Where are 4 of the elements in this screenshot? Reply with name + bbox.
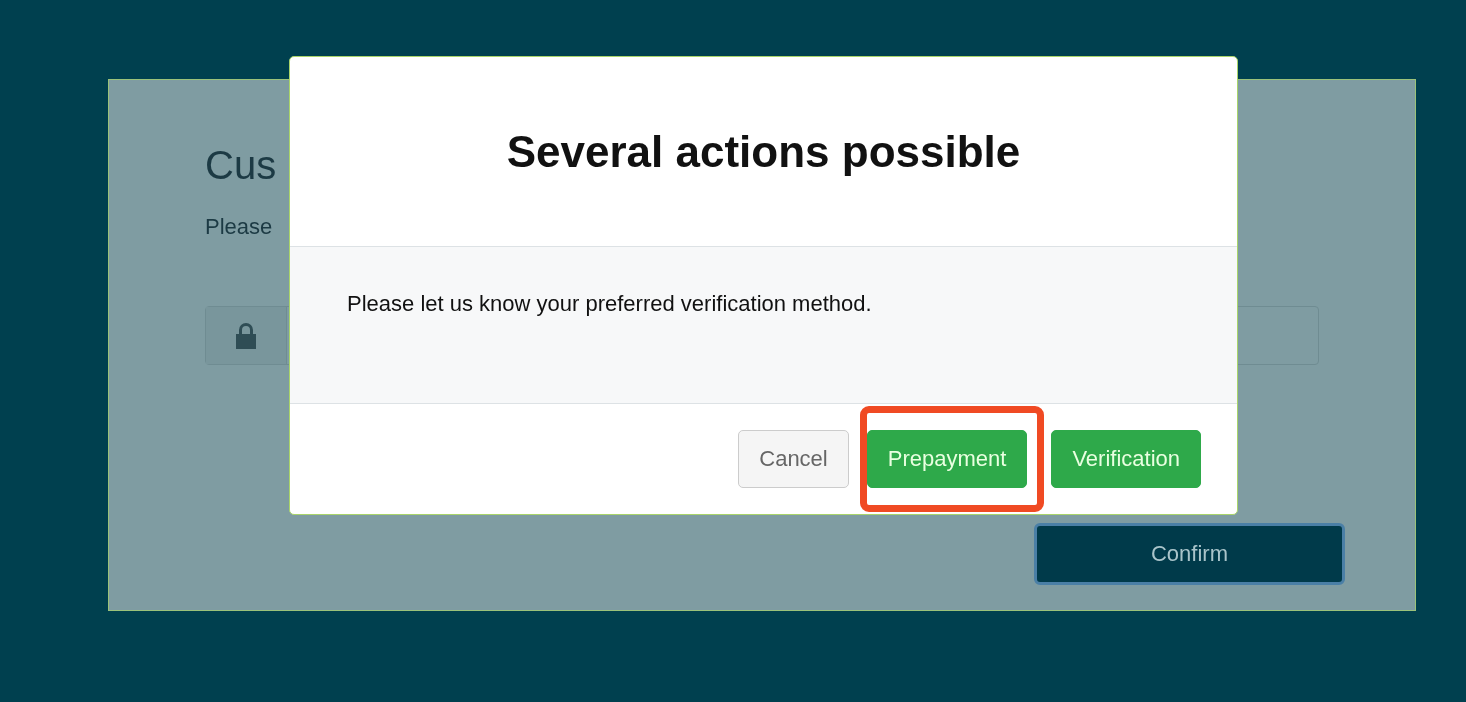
- page-heading: Cus: [205, 142, 277, 189]
- dialog-title: Several actions possible: [506, 126, 1021, 177]
- page-text: Please: [205, 214, 274, 240]
- dialog-message: Please let us know your preferred verification method.: [347, 291, 873, 317]
